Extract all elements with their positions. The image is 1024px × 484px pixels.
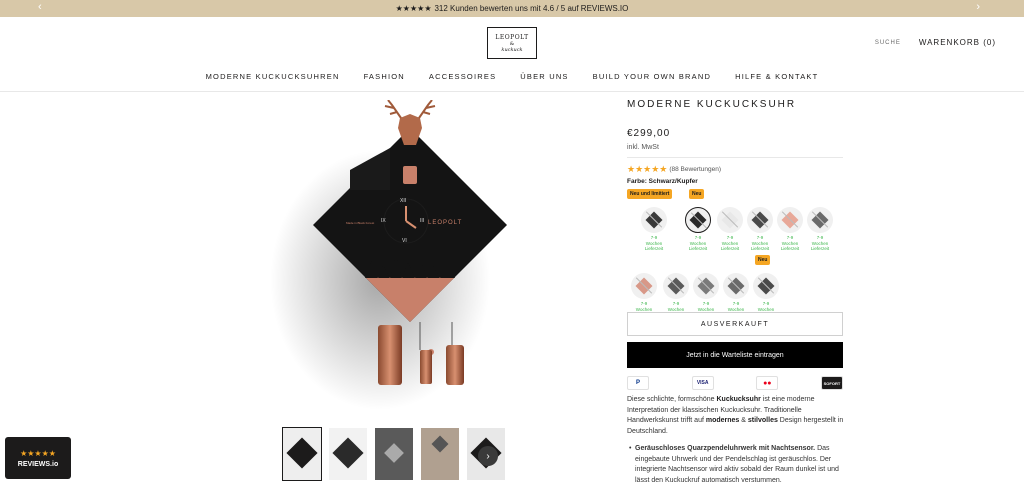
product-price: €299,00: [627, 128, 671, 139]
nav-item-moderne-kuckucksuhren[interactable]: MODERNE KUCKUCKSUHREN: [206, 72, 340, 81]
swatch-badge: Neu und limitiert: [627, 189, 673, 199]
logo[interactable]: LEOPOLT & kuckuck: [487, 27, 537, 59]
color-swatch[interactable]: [747, 207, 773, 233]
clock-numeral-12: XII: [400, 198, 407, 204]
reviews-widget-stars-icon: ★★★★★: [20, 448, 56, 458]
product-rating[interactable]: ★★★★★ (88 Bewertungen): [627, 164, 843, 175]
logo-bottom-text: kuckuck: [501, 46, 523, 53]
product-tax-note: inkl. MwSt: [627, 144, 843, 158]
color-swatch[interactable]: [807, 207, 833, 233]
swatch-delivery-label: 7-9WochenLieferzeit: [745, 235, 775, 252]
payment-methods: P VISA ●● SOFORT: [627, 376, 843, 390]
rating-count[interactable]: (88 Bewertungen): [669, 166, 721, 173]
main-nav: MODERNE KUCKUCKSUHREN FASHION ACCESSOIRE…: [0, 72, 1024, 81]
color-swatch[interactable]: [777, 207, 803, 233]
mastercard-icon: ●●: [756, 376, 779, 390]
color-swatch[interactable]: [693, 273, 719, 299]
swatch-badge: Neu: [755, 255, 771, 265]
announcement-text[interactable]: 312 Kunden bewerten uns mit 4.6 / 5 auf …: [434, 4, 628, 13]
announcement-bar: ‹ ★★★★★ 312 Kunden bewerten uns mit 4.6 …: [0, 0, 1024, 17]
thumbnail-2[interactable]: [329, 428, 367, 480]
site-header: LEOPOLT & kuckuck SUCHE WARENKORB (0) MO…: [0, 17, 1024, 92]
paypal-icon: P: [627, 376, 649, 390]
thumbnail-strip: [282, 427, 505, 481]
feature-bullet: Geräuschloses Quarzpendeluhrwerk mit Nac…: [629, 444, 845, 484]
desc-text-3: &: [739, 417, 748, 424]
color-swatch-grid: 7-9 Wochen Lieferzeit 7-9 Wochen Lieferzeit 7-…: [627, 185, 843, 317]
nav-item-accessoires[interactable]: ACCESSOIRES: [429, 72, 496, 81]
swatch-delivery-label: 7-9WochenLieferzeit: [775, 235, 805, 252]
rating-stars-icon: ★★★★★: [627, 164, 668, 174]
nav-item-hilfe-kontakt[interactable]: HILFE & KONTAKT: [735, 72, 818, 81]
announcement-stars-icon: ★★★★★: [395, 4, 432, 13]
header-actions: SUCHE WARENKORB (0): [875, 38, 996, 47]
nav-item-fashion[interactable]: FASHION: [364, 72, 405, 81]
desc-bold-2: modernes: [705, 417, 740, 424]
visa-icon: VISA: [691, 376, 714, 390]
color-label: Farbe: Schwarz/Kupfer: [627, 178, 698, 185]
product-image[interactable]: LEOPOLT Made in Black Forest XII III VI …: [220, 100, 600, 420]
product-info: MODERNE KUCKUCKSUHR €299,00 inkl. MwSt ★…: [627, 97, 843, 317]
clock-numeral-9: IX: [381, 218, 386, 224]
logo-top-text: LEOPOLT: [495, 33, 529, 41]
swatch-delivery-line: Lieferzeit: [644, 246, 664, 251]
color-swatch[interactable]: [685, 207, 711, 233]
announcement-prev-icon[interactable]: ‹: [38, 1, 42, 13]
reviews-widget[interactable]: ★★★★★ REVIEWS.io: [5, 437, 71, 479]
clock-small-text: Made in Black Forest: [346, 221, 375, 225]
swatch-delivery-line: Lieferzeit: [720, 246, 740, 251]
nav-item-build-your-own-brand[interactable]: BUILD YOUR OWN BRAND: [593, 72, 711, 81]
swatch-delivery-label: 7-9WochenLieferzeit: [715, 235, 745, 252]
swatch-delivery-line: Lieferzeit: [810, 246, 830, 251]
swatch-delivery-label: 7-9WochenLieferzeit: [805, 235, 835, 252]
clock-numeral-6: VI: [402, 238, 407, 244]
color-swatch[interactable]: [723, 273, 749, 299]
color-swatch[interactable]: [717, 207, 743, 233]
swatch-delivery-line: Lieferzeit: [688, 246, 708, 251]
thumbnail-3[interactable]: [375, 428, 413, 480]
color-swatch[interactable]: [631, 273, 657, 299]
sold-out-button[interactable]: AUSVERKAUFT: [627, 312, 843, 336]
color-swatch[interactable]: [753, 273, 779, 299]
thumbnail-1[interactable]: [282, 427, 322, 481]
swatch-delivery-label: 7-9WochenLieferzeit: [683, 235, 713, 252]
search-link[interactable]: SUCHE: [875, 40, 901, 46]
sofort-icon: SOFORT: [820, 376, 843, 390]
feature-bullet-bold: Geräuschloses Quarzpendeluhrwerk mit Nac…: [635, 445, 816, 452]
nav-item-ueber-uns[interactable]: ÜBER UNS: [520, 72, 568, 81]
cart-link[interactable]: WARENKORB (0): [919, 38, 996, 47]
swatch-delivery-line: Lieferzeit: [750, 246, 770, 251]
announcement-next-icon[interactable]: ›: [976, 1, 980, 13]
swatch-delivery-line: Lieferzeit: [780, 246, 800, 251]
color-swatch[interactable]: [641, 207, 667, 233]
desc-text-1: Diese schlichte, formschöne: [627, 396, 717, 403]
desc-bold-1: Kuckucksuhr: [716, 396, 761, 403]
waitlist-button[interactable]: Jetzt in die Warteliste eintragen: [627, 342, 843, 368]
swatch-delivery-label: 7-9WochenLieferzeit: [639, 235, 669, 252]
thumbnails-next-button[interactable]: ›: [478, 446, 498, 466]
color-swatch[interactable]: [663, 273, 689, 299]
cuckoo-clock-image: [270, 100, 507, 410]
thumbnail-4[interactable]: [421, 428, 459, 480]
product-description: Diese schlichte, formschöne Kuckucksuhr …: [627, 395, 845, 437]
product-title: MODERNE KUCKUCKSUHR: [627, 99, 797, 110]
swatch-badge: Neu: [689, 189, 705, 199]
clock-numeral-3: III: [420, 218, 425, 224]
desc-bold-3: stilvolles: [747, 417, 778, 424]
reviews-widget-brand: REVIEWS.io: [17, 460, 59, 468]
clock-brand-text: LEOPOLT: [428, 220, 463, 226]
